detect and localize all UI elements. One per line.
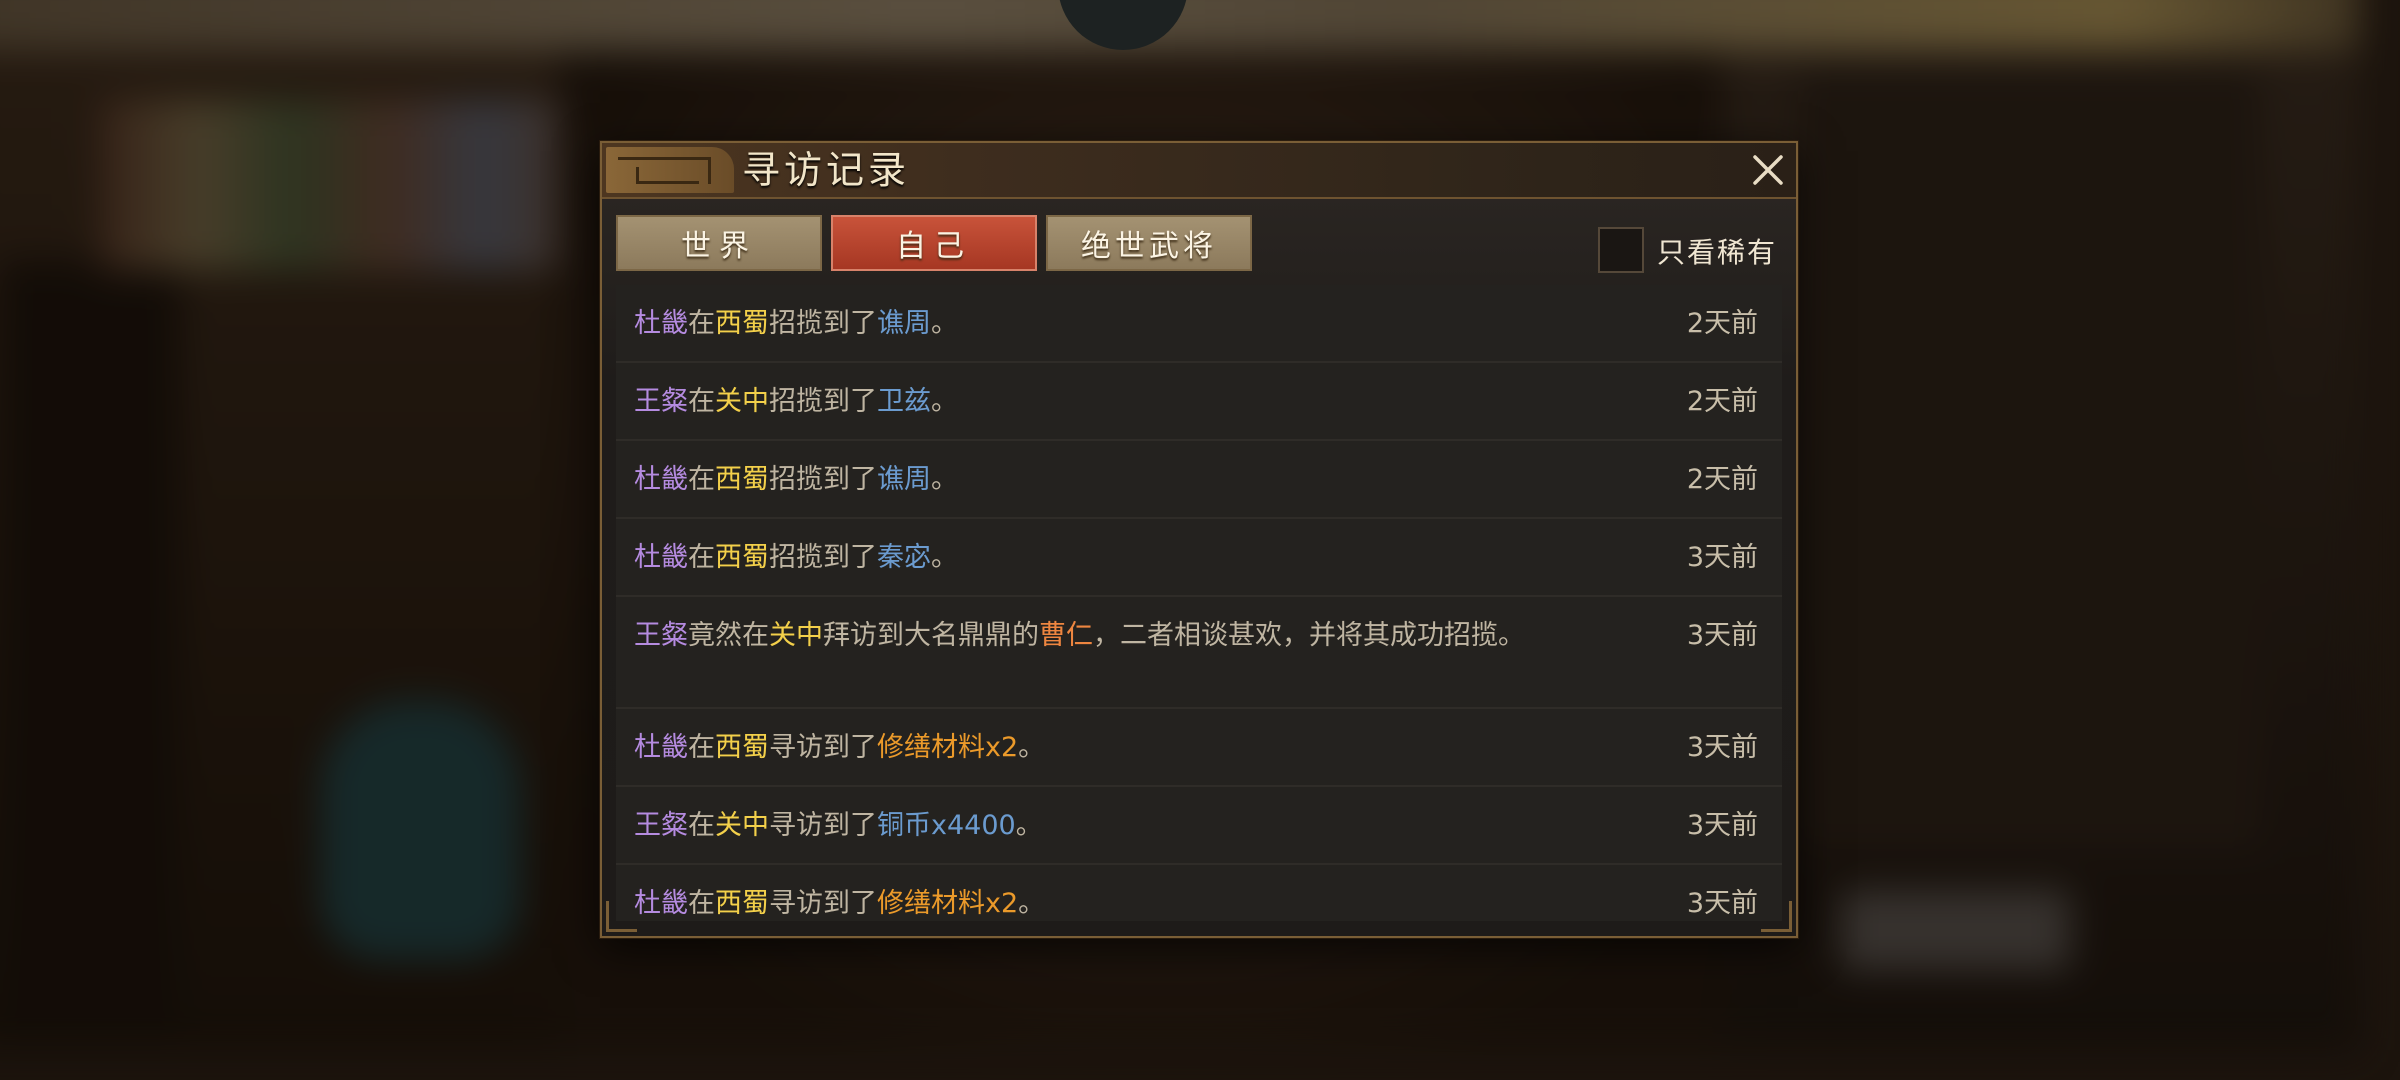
dialog-title: 寻访记录: [742, 148, 911, 192]
record-place: 西蜀: [715, 542, 769, 573]
record-suffix: 。: [1018, 888, 1046, 919]
record-time: 2天前: [1686, 464, 1758, 495]
record-time: 2天前: [1686, 308, 1758, 339]
record-suffix: ，二者相谈甚欢，并将其成功招揽。: [1093, 620, 1525, 651]
record-row: 杜畿在西蜀寻访到了修缮材料x2。 3天前: [616, 865, 1782, 921]
record-text: 王粲在关中寻访到了铜币x4400。: [634, 809, 1564, 843]
record-person: 杜畿: [634, 308, 688, 339]
tab-peerless-generals[interactable]: 绝世武将: [1046, 215, 1252, 271]
record-target: 谯周: [877, 308, 931, 339]
record-place: 西蜀: [715, 732, 769, 763]
record-connector: 在: [688, 732, 715, 763]
tab-world[interactable]: 世界: [616, 215, 822, 271]
record-person: 王粲: [634, 810, 688, 841]
record-target: 修缮材料x2: [877, 888, 1019, 919]
record-connector: 在: [688, 810, 715, 841]
record-connector: 在: [688, 542, 715, 573]
tab-self[interactable]: 自己: [831, 215, 1037, 271]
record-time: 3天前: [1686, 732, 1758, 763]
visit-records-dialog: 寻访记录 世界 自己 绝世武将 只看稀有 杜畿在西蜀招揽到了谯周。 2天前 王粲在关…: [600, 141, 1798, 938]
record-time: 3天前: [1686, 888, 1758, 919]
record-time: 3天前: [1686, 620, 1758, 651]
record-action: 招揽到了: [769, 386, 877, 417]
record-time: 3天前: [1686, 810, 1758, 841]
record-row: 王粲竟然在关中拜访到大名鼎鼎的曹仁，二者相谈甚欢，并将其成功招揽。 3天前: [616, 597, 1782, 709]
record-connector: 在: [688, 386, 715, 417]
record-place: 西蜀: [715, 888, 769, 919]
record-row: 杜畿在西蜀招揽到了谯周。 2天前: [616, 441, 1782, 519]
corner-ornament-icon: [606, 901, 637, 932]
record-time: 2天前: [1686, 386, 1758, 417]
record-text: 王粲竟然在关中拜访到大名鼎鼎的曹仁，二者相谈甚欢，并将其成功招揽。: [634, 619, 1564, 653]
record-row: 杜畿在西蜀招揽到了谯周。 2天前: [616, 285, 1782, 363]
rare-only-label: 只看稀有: [1657, 236, 1778, 269]
record-text: 杜畿在西蜀招揽到了谯周。: [634, 307, 1564, 341]
record-place: 关中: [715, 810, 769, 841]
record-connector: 在: [688, 308, 715, 339]
record-text: 杜畿在西蜀招揽到了秦宓。: [634, 541, 1564, 575]
record-suffix: 。: [931, 386, 958, 417]
record-target: 铜币x4400: [877, 810, 1016, 841]
record-list[interactable]: 杜畿在西蜀招揽到了谯周。 2天前 王粲在关中招揽到了卫兹。 2天前 杜畿在西蜀招揽到了谯…: [616, 285, 1782, 921]
record-action: 招揽到了: [769, 464, 877, 495]
corner-ornament-icon: [1761, 901, 1792, 932]
record-suffix: 。: [1018, 732, 1046, 763]
record-target: 曹仁: [1039, 620, 1093, 651]
record-person: 王粲: [634, 620, 688, 651]
record-action: 寻访到了: [769, 888, 877, 919]
record-suffix: 。: [1015, 810, 1043, 841]
record-suffix: 。: [931, 542, 958, 573]
record-target: 秦宓: [877, 542, 931, 573]
record-time: 3天前: [1686, 542, 1758, 573]
record-row: 杜畿在西蜀寻访到了修缮材料x2。 3天前: [616, 709, 1782, 787]
record-place: 西蜀: [715, 464, 769, 495]
record-suffix: 。: [931, 308, 958, 339]
title-ornament-icon: [606, 147, 734, 193]
record-connector: 在: [688, 464, 715, 495]
record-action: 寻访到了: [769, 810, 877, 841]
record-action: 寻访到了: [769, 732, 877, 763]
record-text: 杜畿在西蜀寻访到了修缮材料x2。: [634, 887, 1564, 921]
record-row: 杜畿在西蜀招揽到了秦宓。 3天前: [616, 519, 1782, 597]
close-icon: [1753, 155, 1783, 185]
record-person: 杜畿: [634, 542, 688, 573]
record-connector: 竟然在: [688, 620, 769, 651]
record-place: 西蜀: [715, 308, 769, 339]
record-target: 谯周: [877, 464, 931, 495]
record-suffix: 。: [931, 464, 958, 495]
record-place: 关中: [769, 620, 823, 651]
record-person: 杜畿: [634, 464, 688, 495]
record-row: 王粲在关中招揽到了卫兹。 2天前: [616, 363, 1782, 441]
record-person: 杜畿: [634, 732, 688, 763]
record-person: 杜畿: [634, 888, 688, 919]
record-row: 王粲在关中寻访到了铜币x4400。 3天前: [616, 787, 1782, 865]
record-connector: 在: [688, 888, 715, 919]
record-action: 拜访到大名鼎鼎的: [823, 620, 1039, 651]
record-target: 修缮材料x2: [877, 732, 1019, 763]
record-action: 招揽到了: [769, 542, 877, 573]
record-text: 杜畿在西蜀招揽到了谯周。: [634, 463, 1564, 497]
rare-only-checkbox[interactable]: [1598, 227, 1644, 273]
dialog-titlebar: 寻访记录: [602, 143, 1796, 199]
close-button[interactable]: [1748, 150, 1788, 190]
record-target: 卫兹: [877, 386, 931, 417]
record-action: 招揽到了: [769, 308, 877, 339]
record-text: 王粲在关中招揽到了卫兹。: [634, 385, 1564, 419]
record-place: 关中: [715, 386, 769, 417]
record-text: 杜畿在西蜀寻访到了修缮材料x2。: [634, 731, 1564, 765]
record-person: 王粲: [634, 386, 688, 417]
